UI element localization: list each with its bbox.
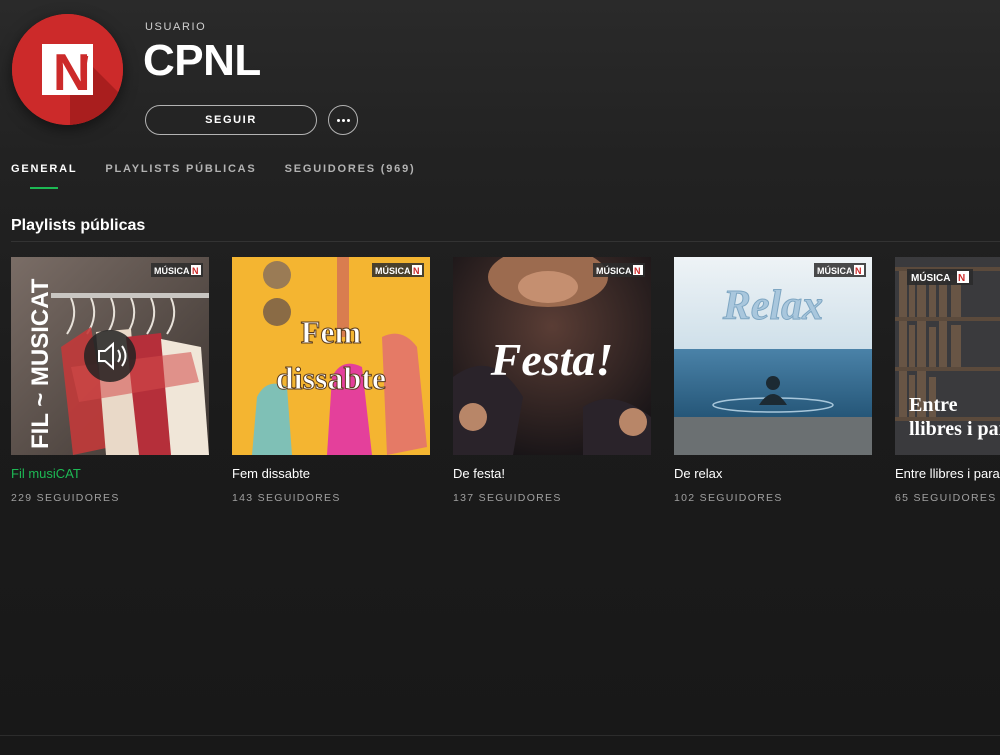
- playlist-card-entre-llibres[interactable]: MÚSICA N Entre llibres i paraules Entre …: [895, 257, 1000, 504]
- playlist-title[interactable]: De relax: [674, 466, 872, 481]
- playlist-cover[interactable]: MÚSICA N Entre llibres i paraules: [895, 257, 1000, 455]
- playlist-followers: 102 SEGUIDORES: [674, 492, 783, 504]
- playlist-title[interactable]: Fem dissabte: [232, 466, 430, 481]
- playlist-badge-text: MÚSICA: [154, 265, 190, 276]
- profile-page: N l USUARIO CPNL SEGUIR GENERAL PLAYLIST…: [0, 0, 1000, 755]
- avatar-script: l: [78, 48, 89, 93]
- playlist-title[interactable]: De festa!: [453, 466, 651, 481]
- playlist-cover[interactable]: MÚSICA N Fem dissabte: [232, 257, 430, 455]
- follow-button[interactable]: SEGUIR: [145, 105, 317, 135]
- playlist-cover-text: FIL ~ MUSICAT: [27, 278, 54, 449]
- ellipsis-dot: [341, 118, 345, 122]
- playlist-grid: MÚSICA N FIL ~ MUSICAT Fil musiCAT 229 S…: [11, 257, 1000, 504]
- playlist-followers: 229 SEGUIDORES: [11, 492, 120, 504]
- playlist-badge-mark: N: [192, 266, 199, 276]
- playlist-cover[interactable]: MÚSICA N FIL ~ MUSICAT: [11, 257, 209, 455]
- avatar: N l: [12, 14, 123, 125]
- playlist-badge-text: MÚSICA: [375, 265, 411, 276]
- playlist-followers: 143 SEGUIDORES: [232, 492, 341, 504]
- playlist-badge-text: MÚSICA: [911, 271, 950, 284]
- playlist-title[interactable]: Fil musiCAT: [11, 466, 209, 481]
- playlist-cover[interactable]: MÚSICA N Festa!: [453, 257, 651, 455]
- bottom-divider: [0, 735, 1000, 736]
- tab-public-playlists[interactable]: PLAYLISTS PÚBLICAS: [105, 163, 256, 189]
- playlist-cover-line1: Entre: [909, 394, 958, 416]
- ellipsis-dot: [336, 118, 340, 122]
- playlist-followers: 137 SEGUIDORES: [453, 492, 562, 504]
- playlist-card-fem-dissabte[interactable]: MÚSICA N Fem dissabte Fem dissabte 143 S…: [232, 257, 430, 504]
- ellipsis-icon[interactable]: [328, 105, 358, 135]
- playlist-cover-text: Relax: [722, 283, 823, 329]
- profile-tabs: GENERAL PLAYLISTS PÚBLICAS SEGUIDORES (9…: [11, 163, 415, 189]
- playlist-cover-line1: Fem: [301, 314, 362, 350]
- playlist-card-de-relax[interactable]: MÚSICA N Relax De relax 102 SEGUIDORES: [674, 257, 872, 504]
- tab-followers[interactable]: SEGUIDORES (969): [285, 163, 416, 189]
- playlist-card-fil-musicat[interactable]: MÚSICA N FIL ~ MUSICAT Fil musiCAT 229 S…: [11, 257, 209, 504]
- playlist-cover-text: Festa!: [490, 334, 614, 385]
- tab-general[interactable]: GENERAL: [11, 163, 77, 189]
- playlist-cover[interactable]: MÚSICA N Relax: [674, 257, 872, 455]
- playlist-card-de-festa[interactable]: MÚSICA N Festa! De festa! 137 SEGUIDORES: [453, 257, 651, 504]
- playlist-badge-mark: N: [634, 266, 641, 276]
- playlist-badge-text: MÚSICA: [596, 265, 632, 276]
- playlist-badge-mark: N: [958, 273, 965, 284]
- ellipsis-dot: [346, 118, 350, 122]
- section-title: Playlists públicas: [11, 217, 146, 234]
- profile-name: CPNL: [143, 36, 261, 85]
- playlist-followers: 65 SEGUIDORES: [895, 492, 997, 504]
- playlist-cover-line2: llibres i paraules: [909, 418, 1000, 440]
- playlist-badge-mark: N: [855, 266, 862, 276]
- section-divider: [11, 241, 1000, 242]
- playlist-cover-line2: dissabte: [276, 360, 386, 396]
- playlist-title[interactable]: Entre llibres i paraules: [895, 466, 1000, 481]
- playlist-badge-text: MÚSICA: [817, 265, 853, 276]
- profile-kind-label: USUARIO: [145, 21, 207, 33]
- playlist-badge-mark: N: [413, 266, 420, 276]
